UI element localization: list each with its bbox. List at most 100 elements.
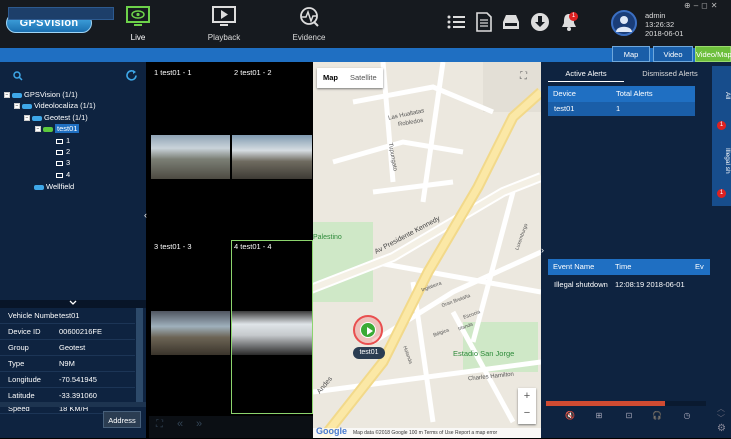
info-scrollbar[interactable]	[136, 308, 143, 402]
zoom-in-button[interactable]: +	[518, 388, 536, 405]
channel-label: 3	[66, 158, 71, 167]
user-icon	[616, 16, 632, 32]
zoom-out-button[interactable]: −	[518, 405, 536, 422]
vehicle-marker-label: test01	[353, 347, 385, 359]
column-header: Device	[553, 89, 576, 98]
alert-event-table: Event Name Time Ev Illegal shutdown 12:08:1…	[548, 259, 710, 292]
google-logo: Google	[316, 426, 347, 436]
zoom-control: + −	[518, 388, 536, 424]
collapse-icon[interactable]: −	[35, 126, 41, 133]
info-row: Device ID 00600216FE	[0, 324, 135, 340]
window-controls[interactable]: ⊕–◻✕	[684, 1, 721, 10]
collapse-left-icon[interactable]: ‹	[144, 210, 147, 220]
collapse-icon[interactable]: −	[24, 115, 30, 122]
tree-wellfield-label: Wellfield	[46, 182, 75, 191]
tab-active-alerts[interactable]: Active Alerts	[548, 66, 624, 82]
avatar[interactable]	[611, 10, 637, 36]
alert-device-table: Device Total Alerts test01 1	[548, 86, 695, 116]
document-icon[interactable]	[474, 12, 494, 32]
camera-icon	[56, 149, 63, 155]
side-tab-illegal-shutdown[interactable]: Illegal sh	[712, 148, 731, 174]
collapse-icon[interactable]: −	[14, 103, 20, 110]
search-input[interactable]	[8, 7, 114, 20]
tree-wellfield[interactable]: Wellfield	[34, 182, 74, 191]
tree-channel[interactable]: 1	[56, 136, 70, 145]
info-value: -70.541945	[59, 375, 97, 384]
tree-device-label: test01	[55, 124, 80, 133]
table-row[interactable]: Illegal shutdown 12:08:19 2018-06-01	[548, 278, 710, 292]
poi-label: Palestino	[313, 234, 342, 241]
fullscreen-icon[interactable]: ⛶	[156, 419, 163, 430]
download-icon[interactable]	[530, 12, 550, 32]
nav-playback-button[interactable]: Playback	[180, 0, 268, 46]
search-icon	[13, 71, 23, 81]
video-feed-2[interactable]	[232, 135, 312, 179]
fullscreen-icon[interactable]: ⛶	[520, 71, 527, 82]
record-icon[interactable]: ⊡	[620, 411, 638, 429]
nav-evidence-button[interactable]: Evidence	[265, 0, 353, 46]
history-icon[interactable]: ◷	[678, 411, 696, 429]
channel-label: 2	[66, 147, 71, 156]
address-button[interactable]: Address	[103, 411, 141, 428]
tree-channel[interactable]: 3	[56, 158, 70, 167]
alert-type-tabs	[712, 66, 731, 206]
tree-company[interactable]: − Videolocaliza (1/1)	[14, 101, 96, 110]
info-key: Longitude	[8, 375, 41, 384]
video-toolbar	[149, 416, 313, 438]
next-page-icon[interactable]: »	[196, 418, 202, 430]
collapse-right-icon[interactable]: ›	[541, 245, 544, 255]
tree-company-label: Videolocaliza (1/1)	[34, 101, 96, 110]
illegal-count-badge: 1	[717, 189, 726, 198]
side-tab-all[interactable]: All	[712, 92, 731, 99]
view-tab-map[interactable]: Map	[612, 46, 650, 62]
tab-dismissed-alerts[interactable]: Dismissed Alerts	[630, 66, 710, 82]
tree-channel[interactable]: 2	[56, 147, 70, 156]
table-header: Device Total Alerts	[548, 86, 695, 102]
headset-icon[interactable]: 🎧	[648, 411, 666, 429]
settings-icon[interactable]: ⚙	[717, 423, 726, 434]
info-value: N9M	[59, 359, 75, 368]
vehicle-icon	[34, 184, 44, 190]
video-feed-1[interactable]	[151, 135, 230, 179]
info-key: Type	[8, 359, 25, 368]
alert-total: 1	[616, 104, 621, 113]
refresh-icon[interactable]	[125, 69, 138, 82]
tree-group[interactable]: − Geotest (1/1)	[24, 113, 88, 122]
video-cell-label: 3 test01 - 3	[154, 242, 192, 251]
table-row[interactable]: test01 1	[548, 102, 695, 116]
channel-label: 1	[66, 136, 71, 145]
alerts-panel	[541, 62, 731, 438]
info-horizontal-scrollbar[interactable]	[0, 402, 146, 407]
prev-page-icon[interactable]: «	[177, 418, 183, 430]
close-icon[interactable]: ✕	[711, 1, 721, 10]
vehicle-icon	[32, 115, 42, 121]
column-header: Event Name	[553, 262, 595, 271]
table-header: Event Name Time Ev	[548, 259, 710, 275]
add-device-icon[interactable]: ⊞	[590, 411, 608, 429]
column-header: Ev	[695, 262, 704, 271]
video-feed-3[interactable]	[151, 311, 230, 355]
play-screen-icon	[212, 6, 236, 26]
map-type-map-button[interactable]: Map	[317, 68, 344, 88]
list-icon[interactable]	[446, 12, 466, 32]
pin-icon[interactable]: ⊕	[684, 1, 694, 10]
view-tab-video[interactable]: Video	[653, 46, 693, 62]
tree-root-label: GPSVision (1/1)	[24, 90, 78, 99]
view-tab-video-map[interactable]: Video/Map	[695, 46, 731, 62]
info-row: Vehicle Numbe test01	[0, 308, 135, 324]
map-type-satellite-button[interactable]: Satellite	[344, 68, 383, 88]
tree-channel[interactable]: 4	[56, 170, 70, 179]
nav-live-label: Live	[130, 33, 146, 42]
tree-device[interactable]: − test01	[35, 124, 80, 133]
monitor-icon	[126, 6, 150, 26]
tree-root[interactable]: − GPSVision (1/1)	[4, 90, 78, 99]
nav-evidence-label: Evidence	[292, 33, 326, 42]
selected-video-cell[interactable]	[231, 240, 313, 414]
map-view[interactable]: Las Hualtatas Av Presidente Kennedy Tupu…	[313, 62, 541, 438]
voice-icon[interactable]: 🔇	[561, 411, 579, 429]
chevron-down-icon[interactable]	[69, 300, 77, 306]
inbox-icon[interactable]	[501, 12, 521, 32]
maximize-icon[interactable]: ◻	[701, 1, 711, 10]
nav-playback-label: Playback	[207, 33, 241, 42]
collapse-icon[interactable]: −	[4, 92, 10, 99]
